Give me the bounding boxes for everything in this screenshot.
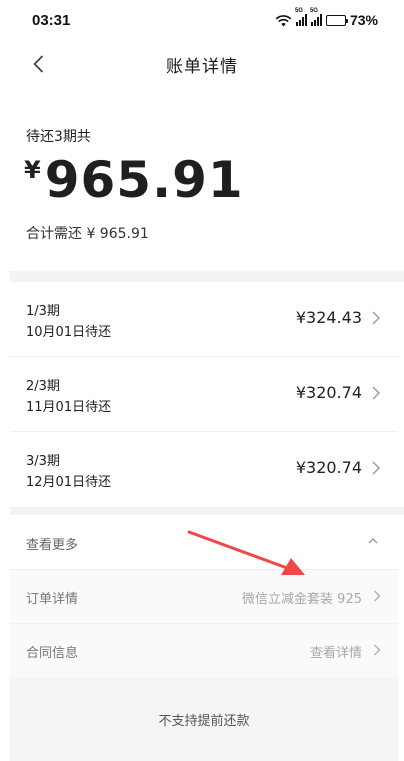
contract-info-row[interactable]: 合同信息 查看详情 xyxy=(10,624,398,678)
installment-due-date: 10月01日待还 xyxy=(26,325,112,340)
order-detail-value: 微信立减金套装 925 xyxy=(242,592,362,607)
section-divider xyxy=(10,507,404,515)
installment-list: 1/3期 10月01日待还 ¥324.43 2/3期 11月01日待还 ¥320… xyxy=(10,282,398,507)
battery-percent: 73% xyxy=(349,12,378,28)
installment-due-date: 12月01日待还 xyxy=(26,475,112,490)
contract-info-label: 合同信息 xyxy=(26,646,79,661)
currency-symbol: ¥ xyxy=(24,156,41,184)
battery-charging-icon xyxy=(325,14,348,26)
back-button[interactable] xyxy=(24,50,52,78)
chevron-right-icon xyxy=(372,461,381,475)
installment-amount: ¥320.74 xyxy=(295,458,362,477)
wifi-icon xyxy=(275,14,292,26)
installment-row[interactable]: 2/3期 11月01日待还 ¥320.74 xyxy=(10,357,398,432)
chevron-right-icon xyxy=(374,590,381,602)
installment-amount: ¥324.43 xyxy=(295,308,362,327)
summary-amount: ¥ 965.91 xyxy=(24,150,244,210)
order-detail-row[interactable]: 订单详情 微信立减金套装 925 xyxy=(10,570,398,624)
page-title: 账单详情 xyxy=(166,56,238,77)
chevron-up-icon xyxy=(368,538,378,544)
section-divider xyxy=(10,271,404,282)
summary-total: 合计需还 ¥ 965.91 xyxy=(26,226,149,242)
order-detail-label: 订单详情 xyxy=(26,592,79,607)
amount-value: 965.91 xyxy=(44,151,244,209)
installment-row[interactable]: 1/3期 10月01日待还 ¥324.43 xyxy=(10,282,398,357)
chevron-right-icon xyxy=(374,644,381,656)
signal-5g-icon: 5G xyxy=(295,8,307,26)
contract-info-value: 查看详情 xyxy=(309,646,362,661)
installment-amount: ¥320.74 xyxy=(295,383,362,402)
network-tag-1: 5G xyxy=(294,8,303,14)
network-tag-2: 5G xyxy=(309,8,318,14)
installment-period: 3/3期 xyxy=(26,454,60,469)
status-time: 03:31 xyxy=(32,11,71,29)
status-icons: 5G 5G 73% xyxy=(275,8,378,28)
more-section: 查看更多 订单详情 微信立减金套装 925 合同信息 查看详情 xyxy=(10,515,398,678)
installment-period: 1/3期 xyxy=(26,304,60,319)
installment-row[interactable]: 3/3期 12月01日待还 ¥320.74 xyxy=(10,432,398,507)
summary-label: 待还3期共 xyxy=(26,129,91,145)
chevron-right-icon xyxy=(372,311,381,325)
early-repayment-notice: 不支持提前还款 xyxy=(10,677,398,761)
view-more-label: 查看更多 xyxy=(26,538,79,553)
chevron-left-icon xyxy=(33,55,43,73)
bill-detail-screen: 03:31 5G 5G 73% 账单详情 待还3期共 ¥ 965.91 合计需还… xyxy=(0,0,404,761)
installment-period: 2/3期 xyxy=(26,379,60,394)
nav-bar: 账单详情 xyxy=(0,40,404,88)
status-bar: 03:31 5G 5G 73% xyxy=(0,0,404,40)
installment-due-date: 11月01日待还 xyxy=(26,400,112,415)
chevron-right-icon xyxy=(372,386,381,400)
view-more-toggle[interactable]: 查看更多 xyxy=(10,515,398,570)
repayment-summary: 待还3期共 ¥ 965.91 合计需还 ¥ 965.91 xyxy=(0,88,404,271)
signal-5g-icon: 5G xyxy=(310,8,322,26)
notice-text: 不支持提前还款 xyxy=(158,713,250,729)
